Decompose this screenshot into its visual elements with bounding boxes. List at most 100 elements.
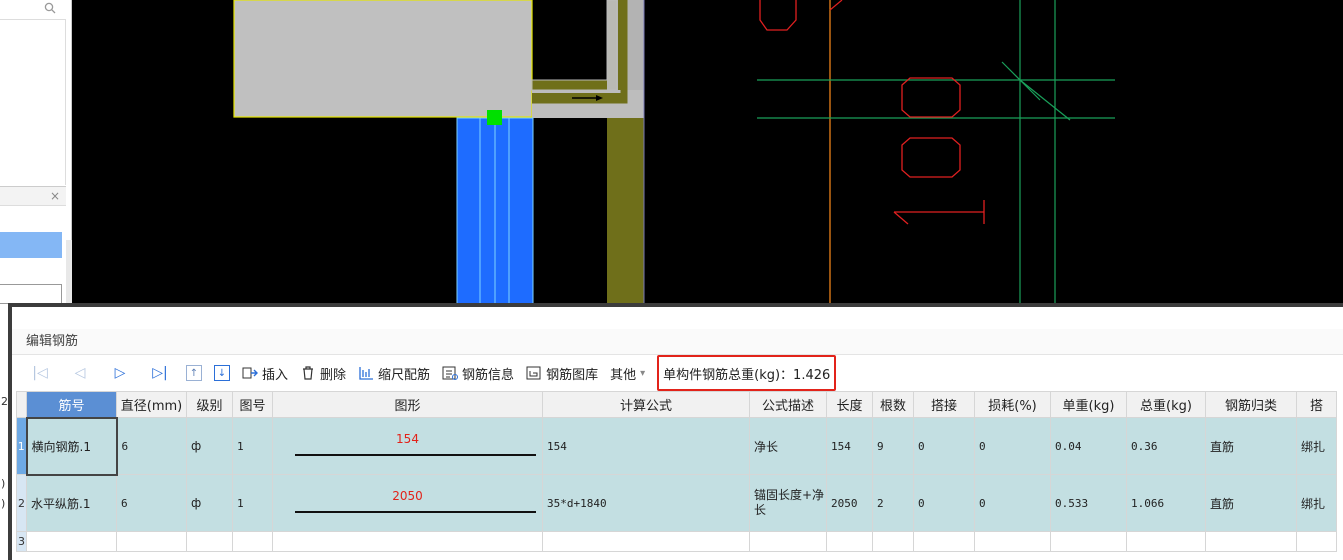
loss-cell[interactable]: 0	[974, 474, 1051, 532]
column-header[interactable]: 计算公式	[542, 391, 750, 418]
column-header[interactable]: 总重(kg)	[1126, 391, 1206, 418]
column-header[interactable]: 公式描述	[749, 391, 827, 418]
table-row[interactable]: 2 水平纵筋.1 6 ф 1 2050 35*d+1840 锚固长度+净长 20…	[16, 474, 1337, 532]
empty-cell[interactable]	[542, 531, 750, 552]
table-row[interactable]: 3	[16, 531, 1337, 552]
left-selected-item[interactable]	[0, 232, 62, 258]
insert-button[interactable]: 插入	[242, 364, 288, 383]
move-up-button[interactable]: ↑	[186, 365, 202, 381]
last-record-button[interactable]: ▷|	[140, 361, 180, 385]
category-cell[interactable]: 直筋	[1205, 474, 1297, 532]
lap-cell[interactable]: 0	[913, 417, 975, 475]
figure-number-cell[interactable]: 1	[232, 474, 273, 532]
shape-length-value[interactable]: 154	[274, 432, 542, 446]
other-menu-button[interactable]: 其他 ▾	[610, 364, 645, 383]
rebar-name-cell[interactable]: 水平纵筋.1	[26, 474, 117, 532]
column-header[interactable]: 钢筋归类	[1205, 391, 1297, 418]
left-search-bar[interactable]	[0, 0, 66, 20]
search-icon[interactable]	[44, 2, 56, 14]
diameter-cell[interactable]: 6	[116, 417, 187, 475]
left-input-box[interactable]	[0, 284, 62, 304]
row-number[interactable]: 2	[16, 474, 27, 532]
empty-cell[interactable]	[1296, 531, 1337, 552]
figure-number-cell[interactable]: 1	[232, 417, 273, 475]
empty-cell[interactable]	[1126, 531, 1206, 552]
formula-desc-cell[interactable]: 净长	[749, 417, 827, 475]
tie-cell[interactable]: 绑扎	[1296, 474, 1337, 532]
column-header[interactable]: 搭	[1296, 391, 1337, 418]
table-header-row: 筋号 直径(mm) 级别 图号 图形 计算公式 公式描述 长度 根数 搭接 损耗…	[16, 391, 1337, 418]
total-weight-readout: 单构件钢筋总重(kg)：1.426	[657, 355, 837, 391]
rebar-name-cell[interactable]: 横向钢筋.1	[25, 416, 118, 476]
empty-cell[interactable]	[186, 531, 233, 552]
unit-weight-cell[interactable]: 0.533	[1050, 474, 1127, 532]
empty-cell[interactable]	[26, 531, 117, 552]
diameter-cell[interactable]: 6	[116, 474, 187, 532]
formula-cell[interactable]: 154	[542, 417, 750, 475]
rebar-library-button[interactable]: 钢筋图库	[526, 364, 598, 383]
empty-cell[interactable]	[1050, 531, 1127, 552]
scale-rebar-button[interactable]: 缩尺配筋	[358, 364, 430, 383]
column-header[interactable]: 单重(kg)	[1050, 391, 1127, 418]
rebar-library-label: 钢筋图库	[546, 367, 599, 383]
column-header[interactable]: 直径(mm)	[116, 391, 187, 418]
cad-canvas[interactable]	[72, 0, 1343, 305]
column-header[interactable]: 搭接	[913, 391, 975, 418]
rebar-info-button[interactable]: 钢筋信息	[442, 364, 514, 383]
tie-cell[interactable]: 绑扎	[1296, 417, 1337, 475]
app-window: × 2)) 编辑钢筋 |◁ ◁ ▷ ▷| ↑ ↓ 插入 删除 缩尺配筋 钢筋…	[0, 0, 1343, 560]
formula-cell[interactable]: 35*d+1840	[542, 474, 750, 532]
lap-cell[interactable]: 0	[913, 474, 975, 532]
strip-label: )	[1, 497, 6, 510]
close-icon[interactable]: ×	[50, 189, 60, 203]
total-weight-cell[interactable]: 1.066	[1126, 474, 1206, 532]
length-cell[interactable]: 154	[826, 417, 873, 475]
grade-cell[interactable]: ф	[186, 474, 233, 532]
unit-weight-cell[interactable]: 0.04	[1050, 417, 1127, 475]
shape-cell[interactable]: 2050	[272, 474, 543, 532]
left-list-top	[0, 20, 66, 185]
table-row[interactable]: 1 横向钢筋.1 6 ф 1 154 154 净长 154 9 0 0 0.04…	[16, 416, 1337, 476]
scale-rebar-label: 缩尺配筋	[378, 367, 431, 383]
other-label: 其他	[610, 367, 637, 383]
empty-cell[interactable]	[272, 531, 543, 552]
strip-label: )	[1, 477, 6, 490]
empty-cell[interactable]	[232, 531, 273, 552]
empty-cell[interactable]	[913, 531, 975, 552]
first-record-button[interactable]: |◁	[20, 361, 60, 385]
formula-desc-cell[interactable]: 锚固长度+净长	[749, 474, 827, 532]
length-cell[interactable]: 2050	[826, 474, 873, 532]
column-header[interactable]: 损耗(%)	[974, 391, 1051, 418]
total-weight-cell[interactable]: 0.36	[1126, 417, 1206, 475]
shape-cell[interactable]: 154	[272, 417, 543, 475]
column-header[interactable]: 长度	[826, 391, 873, 418]
row-number[interactable]: 1	[16, 417, 27, 475]
empty-cell[interactable]	[826, 531, 873, 552]
category-cell[interactable]: 直筋	[1205, 417, 1297, 475]
empty-cell[interactable]	[974, 531, 1051, 552]
header-rownum	[16, 391, 27, 418]
column-header[interactable]: 图形	[272, 391, 543, 418]
count-cell[interactable]: 9	[872, 417, 914, 475]
count-cell[interactable]: 2	[872, 474, 914, 532]
delete-button[interactable]: 删除	[300, 364, 346, 383]
empty-cell[interactable]	[1205, 531, 1297, 552]
column-header[interactable]: 级别	[186, 391, 233, 418]
edit-rebar-dialog: 编辑钢筋 |◁ ◁ ▷ ▷| ↑ ↓ 插入 删除 缩尺配筋 钢筋信息 钢筋图库 …	[8, 303, 1343, 560]
grade-cell[interactable]: ф	[186, 417, 233, 475]
rebar-table: 筋号 直径(mm) 级别 图号 图形 计算公式 公式描述 长度 根数 搭接 损耗…	[16, 391, 1343, 552]
column-header[interactable]: 筋号	[26, 391, 117, 418]
empty-cell[interactable]	[749, 531, 827, 552]
rebar-shape-line	[295, 511, 536, 513]
column-header[interactable]: 图号	[232, 391, 273, 418]
empty-cell[interactable]	[872, 531, 914, 552]
column-header[interactable]: 根数	[872, 391, 914, 418]
loss-cell[interactable]: 0	[974, 417, 1051, 475]
next-record-button[interactable]: ▷	[100, 361, 140, 385]
row-number[interactable]: 3	[16, 531, 27, 552]
empty-cell[interactable]	[116, 531, 187, 552]
prev-record-button[interactable]: ◁	[60, 361, 100, 385]
move-down-button[interactable]: ↓	[214, 365, 230, 381]
delete-label: 删除	[320, 367, 347, 383]
shape-length-value[interactable]: 2050	[274, 489, 542, 503]
